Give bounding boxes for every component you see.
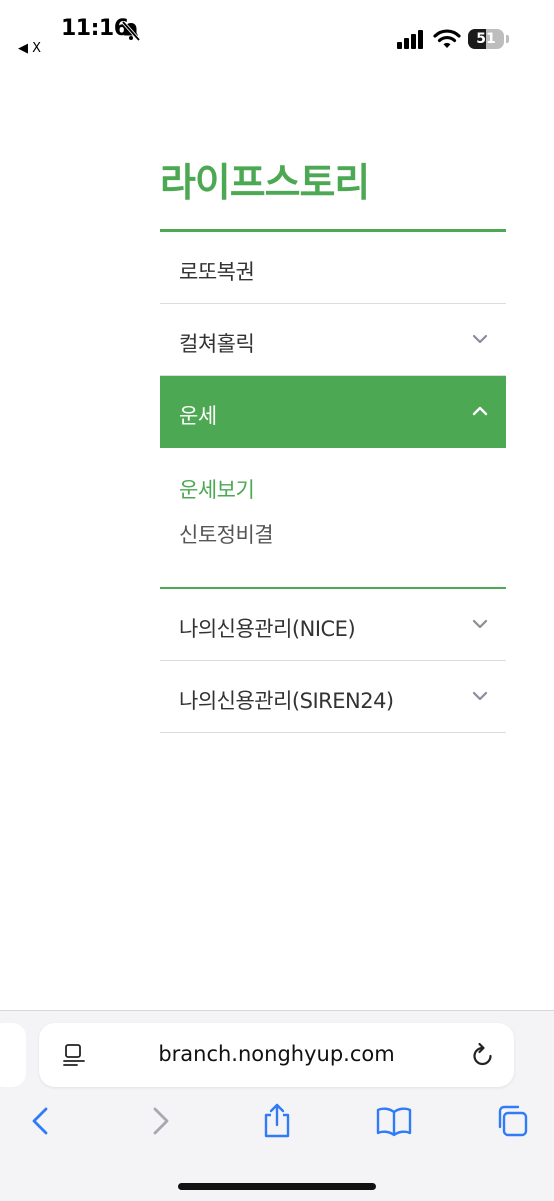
menu-item-label: 로또복권 — [179, 260, 255, 284]
menu-title: 라이프스토리 — [160, 161, 370, 206]
submenu-item-tojeong[interactable]: 신토정비결 — [179, 520, 506, 565]
battery-indicator: 51 — [468, 29, 510, 51]
silent-bell-icon — [121, 20, 141, 42]
menu-item-culture[interactable]: 컬쳐홀릭 — [160, 304, 506, 376]
previous-tab-preview[interactable] — [0, 1023, 26, 1087]
back-icon[interactable] — [21, 1101, 61, 1141]
side-menu: 라이프스토리 로또복권 컬쳐홀릭 운세 운세보기 신토정비결 나의신용관리(NI… — [160, 152, 506, 733]
bookmarks-icon[interactable] — [374, 1101, 414, 1141]
forward-icon[interactable] — [140, 1101, 180, 1141]
menu-item-label: 나의신용관리(SIREN24) — [179, 689, 394, 713]
battery-level: 51 — [476, 31, 496, 47]
browser-toolbar: branch.nonghyup.com — [0, 1010, 554, 1201]
menu-item-label: 운세 — [179, 404, 217, 428]
address-bar[interactable]: branch.nonghyup.com — [39, 1023, 514, 1087]
menu-item-credit-nice[interactable]: 나의신용관리(NICE) — [160, 589, 506, 661]
tabs-icon[interactable] — [492, 1101, 532, 1141]
cellular-signal-icon — [397, 30, 423, 49]
back-to-app-link[interactable]: ◀ X — [18, 41, 41, 56]
wifi-icon — [433, 29, 461, 48]
fortune-submenu: 운세보기 신토정비결 — [160, 448, 506, 589]
menu-item-label: 컬쳐홀릭 — [179, 332, 255, 356]
menu-item-credit-siren24[interactable]: 나의신용관리(SIREN24) — [160, 661, 506, 733]
chevron-down-icon — [472, 691, 488, 701]
menu-item-lotto[interactable]: 로또복권 — [160, 232, 506, 304]
menu-item-fortune[interactable]: 운세 — [160, 376, 506, 448]
reload-icon[interactable] — [470, 1041, 496, 1069]
share-icon[interactable] — [257, 1101, 297, 1141]
chevron-down-icon — [472, 334, 488, 344]
submenu-item-fortune-view[interactable]: 운세보기 — [179, 475, 506, 520]
url-text[interactable]: branch.nonghyup.com — [39, 1042, 514, 1066]
chevron-up-icon — [472, 406, 488, 416]
status-time: 11:16 — [61, 16, 129, 41]
home-indicator — [178, 1183, 376, 1190]
menu-item-label: 나의신용관리(NICE) — [179, 617, 356, 641]
chevron-down-icon — [472, 619, 488, 629]
status-bar: 11:16 ◀ X 51 — [0, 0, 554, 70]
